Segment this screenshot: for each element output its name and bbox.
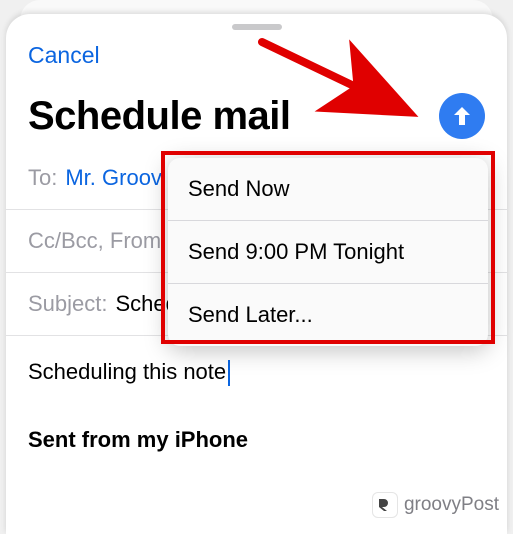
title-row: Schedule mail	[6, 69, 507, 147]
to-label: To:	[28, 165, 57, 191]
sheet-grabber[interactable]	[232, 24, 282, 30]
compose-title: Schedule mail	[28, 94, 290, 139]
menu-send-later[interactable]: Send Later...	[168, 284, 488, 346]
body-text: Scheduling this note	[28, 359, 226, 384]
watermark-logo	[372, 492, 398, 518]
subject-label: Subject:	[28, 291, 108, 317]
watermark-text: groovyPost	[404, 494, 499, 516]
text-cursor	[228, 360, 230, 386]
logo-icon	[376, 496, 394, 514]
menu-send-now[interactable]: Send Now	[168, 158, 488, 221]
send-button[interactable]	[439, 93, 485, 139]
ccbcc-label: Cc/Bcc, From	[28, 228, 161, 254]
signature: Sent from my iPhone	[28, 420, 485, 460]
cancel-button[interactable]: Cancel	[28, 42, 100, 69]
arrow-up-icon	[450, 104, 474, 128]
to-recipient-chip[interactable]: Mr. Groov	[65, 165, 162, 191]
send-options-menu: Send Now Send 9:00 PM Tonight Send Later…	[168, 158, 488, 346]
menu-send-tonight[interactable]: Send 9:00 PM Tonight	[168, 221, 488, 284]
message-body[interactable]: Scheduling this note Sent from my iPhone	[6, 336, 507, 475]
top-bar: Cancel	[6, 34, 507, 69]
watermark: groovyPost	[372, 492, 499, 518]
